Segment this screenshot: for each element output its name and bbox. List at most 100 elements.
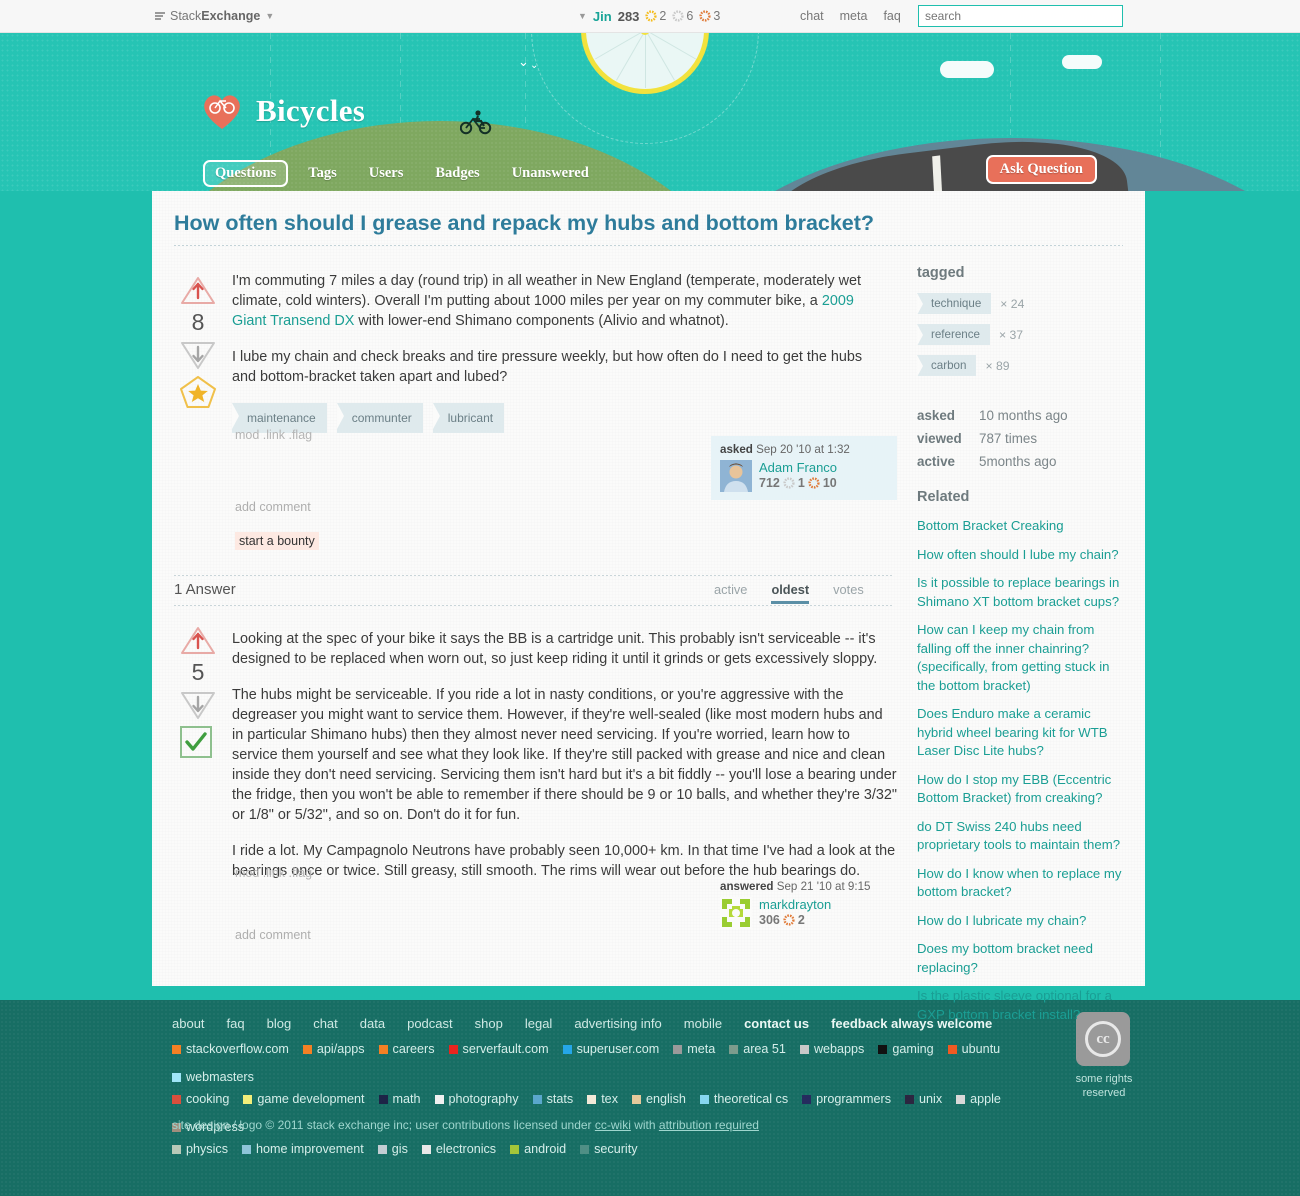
related-question-link[interactable]: How do I stop my EBB (Eccentric Bottom B… [917, 771, 1129, 808]
related-question-link[interactable]: do DT Swiss 240 hubs need proprietary to… [917, 818, 1129, 855]
nav-tab-questions[interactable]: Questions [203, 159, 289, 187]
footer-link-blog[interactable]: blog [267, 1016, 292, 1031]
answer-downvote-icon[interactable] [179, 689, 217, 721]
question-add-comment[interactable]: add comment [235, 500, 311, 514]
network-site-link[interactable]: english [632, 1092, 686, 1106]
accepted-answer-checkmark-icon[interactable] [179, 725, 217, 759]
related-question-link[interactable]: Does Enduro make a ceramic hybrid wheel … [917, 705, 1129, 761]
network-site-link[interactable]: game development [243, 1092, 365, 1106]
footer-link-legal[interactable]: legal [525, 1016, 552, 1031]
sidebar-tag[interactable]: carbon [917, 355, 977, 377]
ask-question-button[interactable]: Ask Question [985, 155, 1097, 184]
silver-badge-group[interactable]: 6 [672, 9, 693, 23]
sidebar-tag[interactable]: technique [917, 293, 992, 315]
network-site-link[interactable]: careers [378, 1042, 435, 1056]
topbar-link-faq[interactable]: faq [883, 9, 900, 23]
network-site-link[interactable]: superuser.com [562, 1042, 659, 1056]
nav-tab-tags[interactable]: Tags [300, 161, 344, 186]
topbar-link-meta[interactable]: meta [840, 9, 868, 23]
network-site-link[interactable]: gaming [878, 1042, 934, 1056]
network-site-link[interactable]: tex [587, 1092, 618, 1106]
network-site-link[interactable]: webapps [799, 1042, 864, 1056]
network-site-link[interactable]: theoretical cs [699, 1092, 788, 1106]
footer-link-mobile[interactable]: mobile [684, 1016, 722, 1031]
network-site-link[interactable]: programmers [802, 1092, 891, 1106]
network-site-link[interactable]: ubuntu [947, 1042, 1000, 1056]
network-site-link[interactable]: electronics [421, 1142, 496, 1156]
network-site-link[interactable]: android [510, 1142, 566, 1156]
network-site-link[interactable]: webmasters [172, 1070, 254, 1084]
related-question-link[interactable]: Is the plastic sleeve optional for a GXP… [917, 987, 1129, 1024]
network-site-name: physics [186, 1142, 228, 1156]
answer-upvote-icon[interactable] [179, 625, 217, 657]
network-site-link[interactable]: area 51 [729, 1042, 786, 1056]
answer-author-name[interactable]: markdrayton [759, 897, 831, 912]
topbar-link-chat[interactable]: chat [800, 9, 824, 23]
network-site-name: math [392, 1092, 421, 1106]
stackexchange-menu[interactable]: StackExchange ▼ [155, 9, 274, 23]
question-p1-text-a: I'm commuting 7 miles a day (round trip)… [232, 273, 862, 309]
cc-wiki-link[interactable]: cc-wiki [595, 1118, 631, 1132]
answer-mod-links[interactable]: mod .link .flag [235, 866, 312, 880]
attribution-link[interactable]: attribution required [659, 1118, 759, 1132]
user-info[interactable]: ▼ Jin 283 2 6 3 [578, 9, 720, 24]
sort-tab-votes[interactable]: votes [833, 582, 864, 604]
network-site-link[interactable]: apple [956, 1092, 1001, 1106]
network-site-link[interactable]: physics [172, 1142, 228, 1156]
network-site-link[interactable]: home improvement [242, 1142, 364, 1156]
related-question-link[interactable]: How do I know when to replace my bottom … [917, 865, 1129, 902]
related-question-link[interactable]: Does my bottom bracket need replacing? [917, 940, 1129, 977]
related-question-link[interactable]: How often should I lube my chain? [917, 546, 1129, 565]
network-site-link[interactable]: photography [434, 1092, 519, 1106]
network-site-link[interactable]: api/apps [302, 1042, 365, 1056]
footer-link-data[interactable]: data [360, 1016, 385, 1031]
silver-badge-icon [672, 10, 684, 22]
network-site-link[interactable]: stackoverflow.com [172, 1042, 289, 1056]
related-question-link[interactable]: How do I lubricate my chain? [917, 912, 1129, 931]
username-link[interactable]: Jin [593, 9, 612, 24]
footer-link-podcast[interactable]: podcast [407, 1016, 453, 1031]
footer-link-contact-us[interactable]: contact us [744, 1016, 809, 1031]
sort-tab-active[interactable]: active [714, 582, 747, 604]
nav-tab-users[interactable]: Users [361, 161, 412, 186]
site-color-swatch [799, 1044, 809, 1054]
question-title[interactable]: How often should I grease and repack my … [174, 211, 954, 236]
site-logo[interactable]: Bicycles [200, 91, 365, 131]
nav-tab-unanswered[interactable]: Unanswered [504, 161, 597, 186]
footer-link-about[interactable]: about [172, 1016, 205, 1031]
answer-sort-tabs: active oldest votes [714, 582, 864, 604]
related-question-link[interactable]: How can I keep my chain from falling off… [917, 621, 1129, 695]
question-mod-links[interactable]: mod .link .flag [235, 428, 312, 442]
footer-link-shop[interactable]: shop [475, 1016, 503, 1031]
downvote-icon[interactable] [179, 339, 217, 371]
network-site-link[interactable]: gis [377, 1142, 408, 1156]
gold-badge-group[interactable]: 2 [645, 9, 666, 23]
question-tag[interactable]: communter [336, 403, 423, 433]
footer-link-faq[interactable]: faq [227, 1016, 245, 1031]
network-site-link[interactable]: cooking [172, 1092, 229, 1106]
network-site-link[interactable]: unix [905, 1092, 942, 1106]
sidebar-tag[interactable]: reference [917, 324, 990, 346]
network-site-link[interactable]: meta [673, 1042, 715, 1056]
network-site-link[interactable]: math [378, 1092, 421, 1106]
network-site-link[interactable]: security [580, 1142, 638, 1156]
answer-add-comment[interactable]: add comment [235, 928, 311, 942]
network-site-link[interactable]: serverfault.com [448, 1042, 549, 1056]
site-color-swatch [448, 1044, 458, 1054]
favorite-star-icon[interactable] [179, 375, 217, 409]
start-bounty-button[interactable]: start a bounty [235, 532, 319, 550]
footer-link-advertising-info[interactable]: advertising info [574, 1016, 661, 1031]
bronze-badge-group[interactable]: 3 [699, 9, 720, 23]
question-author-name[interactable]: Adam Franco [759, 460, 837, 475]
search-input[interactable] [918, 5, 1123, 27]
footer-link-chat[interactable]: chat [313, 1016, 338, 1031]
asked-timestamp: asked Sep 20 '10 at 1:32 [720, 443, 888, 456]
network-site-link[interactable]: stats [532, 1092, 573, 1106]
related-question-link[interactable]: Bottom Bracket Creaking [917, 517, 1129, 536]
upvote-icon[interactable] [179, 275, 217, 307]
question-paragraph-2: I lube my chain and check breaks and tir… [232, 349, 863, 385]
question-tag[interactable]: lubricant [432, 403, 505, 433]
related-question-link[interactable]: Is it possible to replace bearings in Sh… [917, 574, 1129, 611]
sort-tab-oldest[interactable]: oldest [771, 582, 810, 604]
nav-tab-badges[interactable]: Badges [427, 161, 487, 186]
